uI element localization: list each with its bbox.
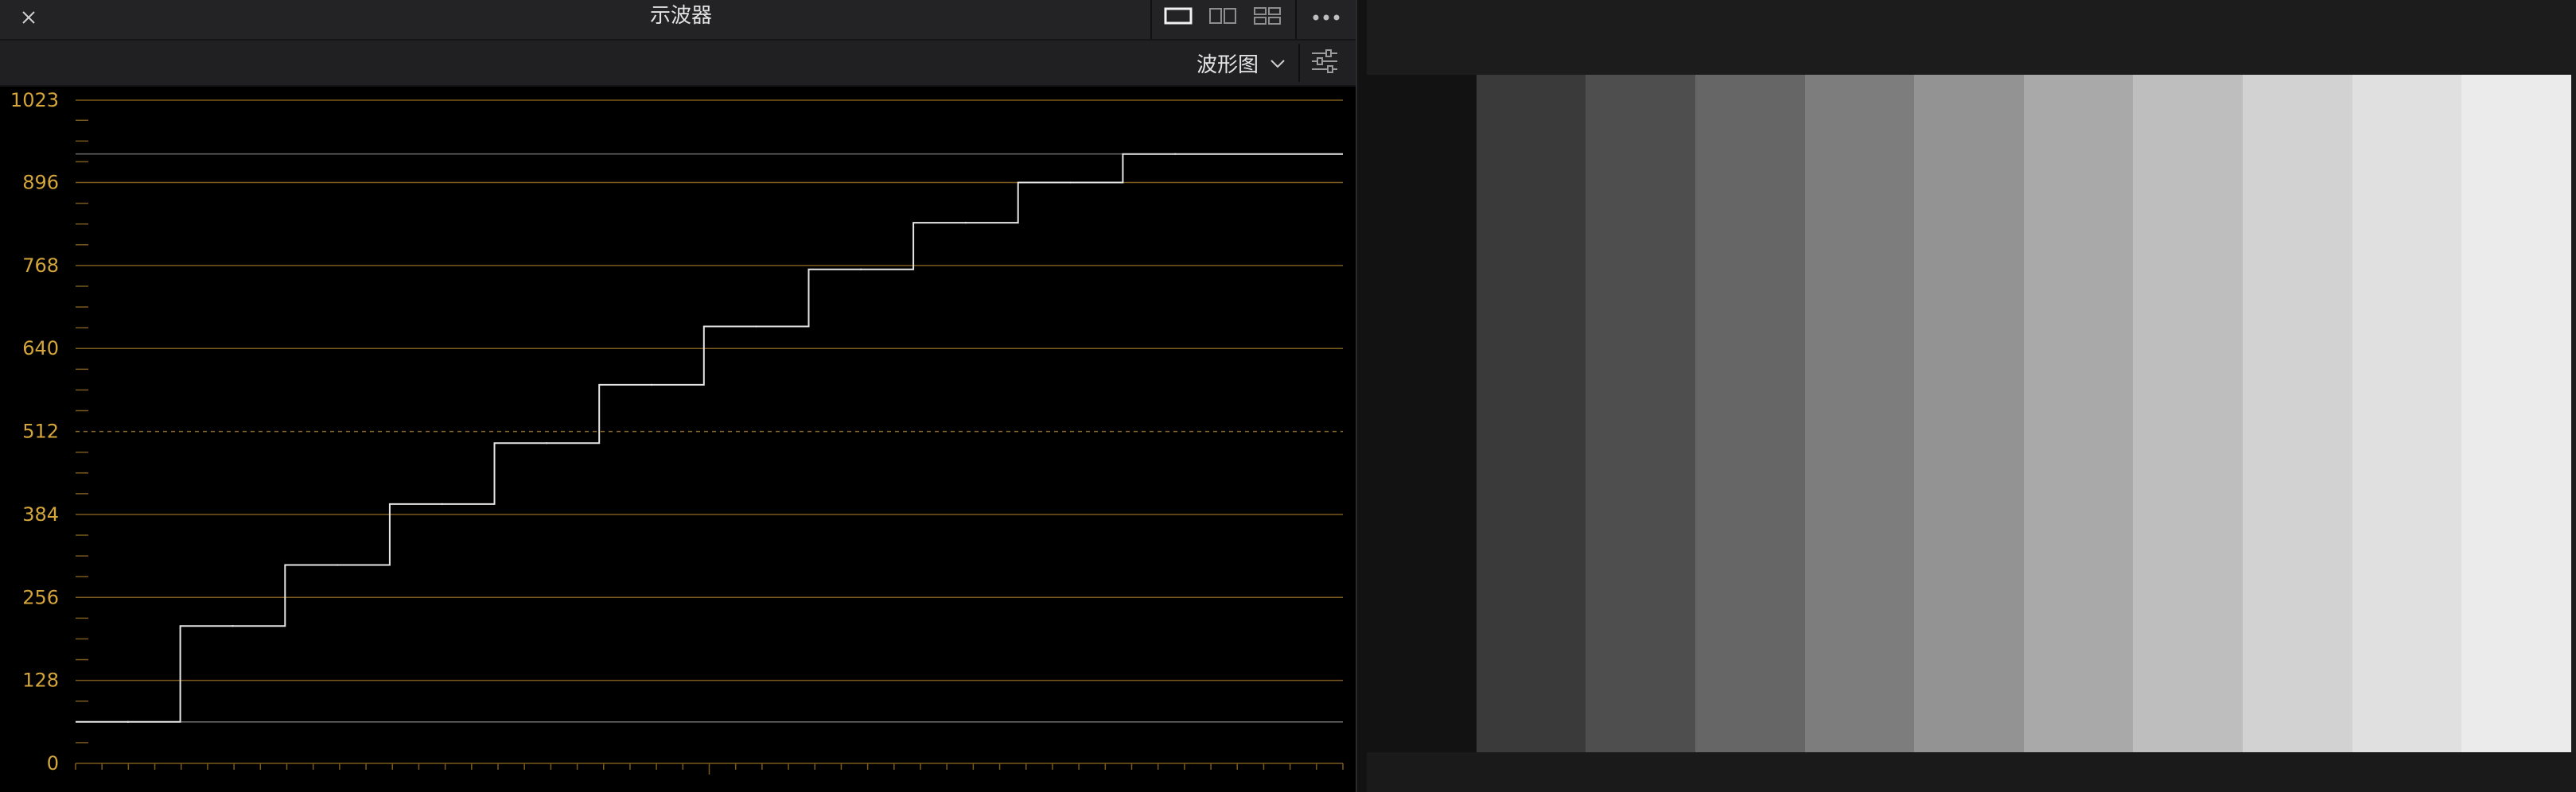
y-tick-label: 512 [22,421,59,443]
y-tick-label: 0 [47,752,59,775]
chevron-down-icon [1270,51,1286,75]
gray-swatch [1914,75,2024,752]
data-point [860,268,862,270]
gray-swatch [2461,75,2571,752]
image-viewer [1367,0,2576,792]
gray-swatch [1804,75,1915,752]
data-point [546,442,548,445]
y-tick-label: 256 [22,586,59,608]
single-view-layout-icon [1164,6,1193,29]
y-tick-label: 640 [22,337,59,359]
scopes-panel: 示波器 波形图 0 128 256 384 512 640 768 896 10… [0,0,1356,792]
waveform-chart: 0 128 256 384 512 640 768 896 1023 [10,89,1344,775]
waveform-trace [76,153,1343,723]
gray-swatch [2023,75,2134,752]
y-tick-label: 1023 [10,89,59,111]
more-options-button[interactable] [1305,3,1348,32]
app-root: 示波器 波形图 0 128 256 384 512 640 768 896 10… [0,0,2576,792]
data-point [232,624,234,627]
gray-swatch [2352,75,2462,752]
data-point [1069,181,1072,184]
single-view-layout-button[interactable] [1157,3,1200,32]
dual-view-layout-button[interactable] [1201,3,1244,32]
gray-swatch [2243,75,2352,752]
panel-title: 示波器 [649,4,712,28]
quad-view-layout-icon [1253,6,1282,29]
data-point [755,325,757,328]
quad-view-layout-button[interactable] [1246,3,1289,32]
close-icon [21,10,36,28]
viewer-bottom-bar [1367,752,2576,792]
y-tick-label: 384 [22,503,59,526]
more-options-icon [1310,10,1342,25]
data-point [126,720,130,724]
gray-swatch [1367,75,1477,752]
viewer-frame [1367,75,2571,752]
gray-swatch [1586,75,1695,752]
panel-title-bar: 示波器 [0,0,1356,41]
gray-swatch [2133,75,2243,752]
data-point [1173,153,1177,155]
divider [1295,0,1297,39]
data-point [650,383,653,386]
y-tick-label: 768 [22,254,59,277]
divider [1150,0,1152,39]
scope-type-label: 波形图 [1196,52,1259,77]
scope-type-dropdown[interactable]: 波形图 [1197,45,1286,80]
gray-swatch [1476,75,1586,752]
data-point [964,221,967,224]
dual-view-layout-icon [1208,6,1237,29]
scope-settings-button[interactable] [1305,45,1344,80]
y-tick-label: 128 [22,670,59,692]
waveform-scope: 0 128 256 384 512 640 768 896 1023 [0,87,1356,792]
sliders-settings-icon [1310,48,1339,78]
y-tick-label: 896 [22,172,59,194]
data-point [336,564,339,566]
data-point [441,503,443,506]
scope-toolbar: 波形图 [0,41,1356,87]
gray-swatch [1695,75,1805,752]
close-button[interactable] [14,5,43,33]
divider [1298,44,1300,82]
